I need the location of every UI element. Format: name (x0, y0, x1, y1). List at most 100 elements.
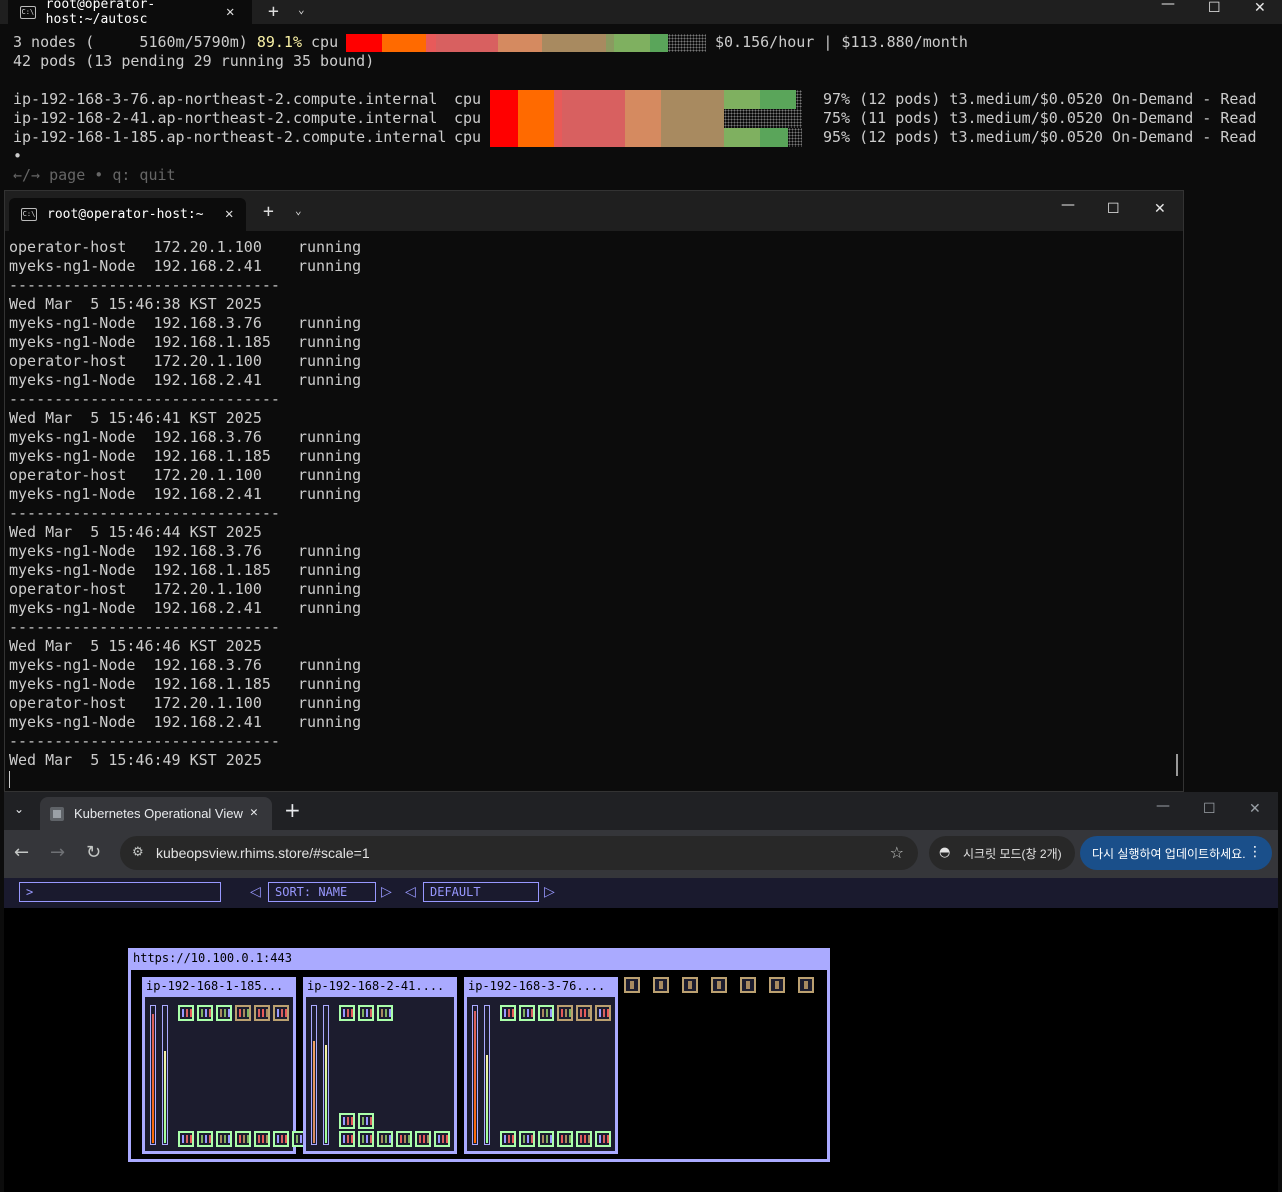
close-icon[interactable]: ✕ (225, 206, 233, 222)
pod[interactable] (434, 1131, 450, 1147)
pod[interactable] (595, 1005, 611, 1021)
address-bar[interactable]: ⚙ kubeopsview.rhims.store/#scale=1 ☆ (120, 836, 918, 870)
node-status-line: myeks-ng1-Node 192.168.3.76 running (9, 428, 362, 446)
pending-pod[interactable] (624, 977, 640, 993)
theme-prev-icon[interactable]: ◁ (405, 884, 416, 900)
pod[interactable] (415, 1131, 431, 1147)
pod[interactable] (377, 1131, 393, 1147)
pod[interactable] (178, 1131, 194, 1147)
incognito-indicator[interactable]: ◓ 시크릿 모드(창 2개) (929, 836, 1075, 870)
node-title: ip-192-168-3-76.... (468, 979, 606, 993)
pod[interactable] (358, 1005, 374, 1021)
pod[interactable] (273, 1131, 289, 1147)
close-icon[interactable]: ✕ (226, 4, 234, 20)
pending-pod[interactable] (711, 977, 727, 993)
cpu-gauge-fill (152, 1014, 154, 1143)
pending-pod[interactable] (682, 977, 698, 993)
forward-icon[interactable]: → (50, 842, 65, 863)
menu-kebab-icon[interactable]: ⋮ (1248, 844, 1262, 860)
sort-next-icon[interactable]: ▷ (381, 884, 392, 900)
cpu-gauge (472, 1005, 478, 1145)
pending-pod[interactable] (798, 977, 814, 993)
filter-prompt: > (26, 885, 34, 899)
pod[interactable] (538, 1131, 554, 1147)
pending-pod[interactable] (653, 977, 669, 993)
filter-input[interactable]: > (19, 882, 221, 902)
pod[interactable] (377, 1005, 393, 1021)
node-row-info: 97% (12 pods) t3.medium/$0.0520 On-Deman… (823, 90, 1257, 108)
pod[interactable] (500, 1005, 516, 1021)
node-status-line: myeks-ng1-Node 192.168.1.185 running (9, 333, 362, 351)
sort-selector[interactable]: SORT: NAME (268, 882, 376, 902)
node-status-line: myeks-ng1-Node 192.168.3.76 running (9, 314, 362, 332)
new-tab-icon[interactable]: + (263, 201, 274, 222)
pod[interactable] (358, 1113, 374, 1129)
pod[interactable] (235, 1131, 251, 1147)
site-settings-icon[interactable]: ⚙ (132, 845, 144, 860)
pod[interactable] (273, 1005, 289, 1021)
close-icon[interactable]: ✕ (250, 805, 258, 820)
node-status-line: myeks-ng1-Node 192.168.1.185 running (9, 675, 362, 693)
cluster-box[interactable]: https://10.100.0.1:443 ip-192-168-1-185.… (128, 948, 830, 1162)
node-box[interactable]: ip-192-168-2-41.... (303, 977, 457, 1154)
pod[interactable] (254, 1131, 270, 1147)
pod[interactable] (339, 1131, 355, 1147)
pod[interactable] (178, 1005, 194, 1021)
minimize-icon[interactable]: — (1161, 0, 1175, 12)
theme-selector[interactable]: DEFAULT (423, 882, 539, 902)
pod[interactable] (557, 1131, 573, 1147)
back-icon[interactable]: ← (14, 842, 29, 863)
node-row-name: ip-192-168-1-185.ap-northeast-2.compute.… (13, 128, 447, 146)
chevron-down-icon[interactable]: ⌄ (298, 3, 305, 16)
minimize-icon[interactable]: — (1156, 798, 1170, 814)
minimize-icon[interactable]: — (1061, 197, 1075, 213)
node-box[interactable]: ip-192-168-1-185... (142, 977, 308, 1154)
close-window-icon[interactable]: ✕ (1249, 801, 1261, 817)
pod[interactable] (396, 1131, 412, 1147)
pod[interactable] (538, 1005, 554, 1021)
cpu-gauge-fill (474, 1011, 476, 1143)
pod[interactable] (216, 1131, 232, 1147)
terminal-tab[interactable]: C:\ root@operator-host:~/autosc ✕ (8, 0, 252, 27)
pod[interactable] (519, 1131, 535, 1147)
sort-prev-icon[interactable]: ◁ (250, 884, 261, 900)
bookmark-star-icon[interactable]: ☆ (890, 843, 904, 862)
pod[interactable] (595, 1131, 611, 1147)
pod[interactable] (519, 1005, 535, 1021)
pod[interactable] (358, 1131, 374, 1147)
terminal-tab-title: root@operator-host:~ (47, 207, 204, 222)
close-window-icon[interactable]: ✕ (1254, 0, 1266, 16)
maximize-icon[interactable]: ☐ (1208, 0, 1221, 16)
pod[interactable] (339, 1113, 355, 1129)
node-status-line: myeks-ng1-Node 192.168.2.41 running (9, 485, 362, 503)
pod[interactable] (557, 1005, 573, 1021)
cluster-cpu-label: cpu (302, 33, 339, 51)
theme-next-icon[interactable]: ▷ (544, 884, 555, 900)
close-window-icon[interactable]: ✕ (1154, 201, 1166, 217)
separator-line: ------------------------------ (9, 504, 280, 522)
scrollbar-thumb[interactable] (1176, 754, 1178, 776)
mem-gauge-fill (486, 1055, 488, 1143)
pod[interactable] (339, 1005, 355, 1021)
maximize-icon[interactable]: ☐ (1203, 801, 1216, 817)
chevron-down-icon[interactable]: ⌄ (295, 204, 302, 217)
pod[interactable] (216, 1005, 232, 1021)
terminal-tab[interactable]: C:\ root@operator-host:~ ✕ (9, 198, 246, 231)
pod[interactable] (576, 1005, 592, 1021)
new-tab-icon[interactable]: + (284, 798, 301, 822)
pod[interactable] (500, 1131, 516, 1147)
pod[interactable] (197, 1131, 213, 1147)
new-tab-icon[interactable]: + (268, 1, 279, 22)
tab-search-icon[interactable]: ⌄ (14, 802, 24, 816)
update-button[interactable]: 다시 실행하여 업데이트하세요. ⋮ (1080, 836, 1272, 870)
pod[interactable] (254, 1005, 270, 1021)
browser-tab[interactable]: Kubernetes Operational View ✕ (40, 797, 272, 830)
pending-pod[interactable] (740, 977, 756, 993)
reload-icon[interactable]: ↻ (86, 842, 101, 863)
node-box[interactable]: ip-192-168-3-76.... (464, 977, 618, 1154)
pod[interactable] (197, 1005, 213, 1021)
maximize-icon[interactable]: ☐ (1107, 201, 1120, 217)
pod[interactable] (235, 1005, 251, 1021)
pending-pod[interactable] (769, 977, 785, 993)
pod[interactable] (576, 1131, 592, 1147)
